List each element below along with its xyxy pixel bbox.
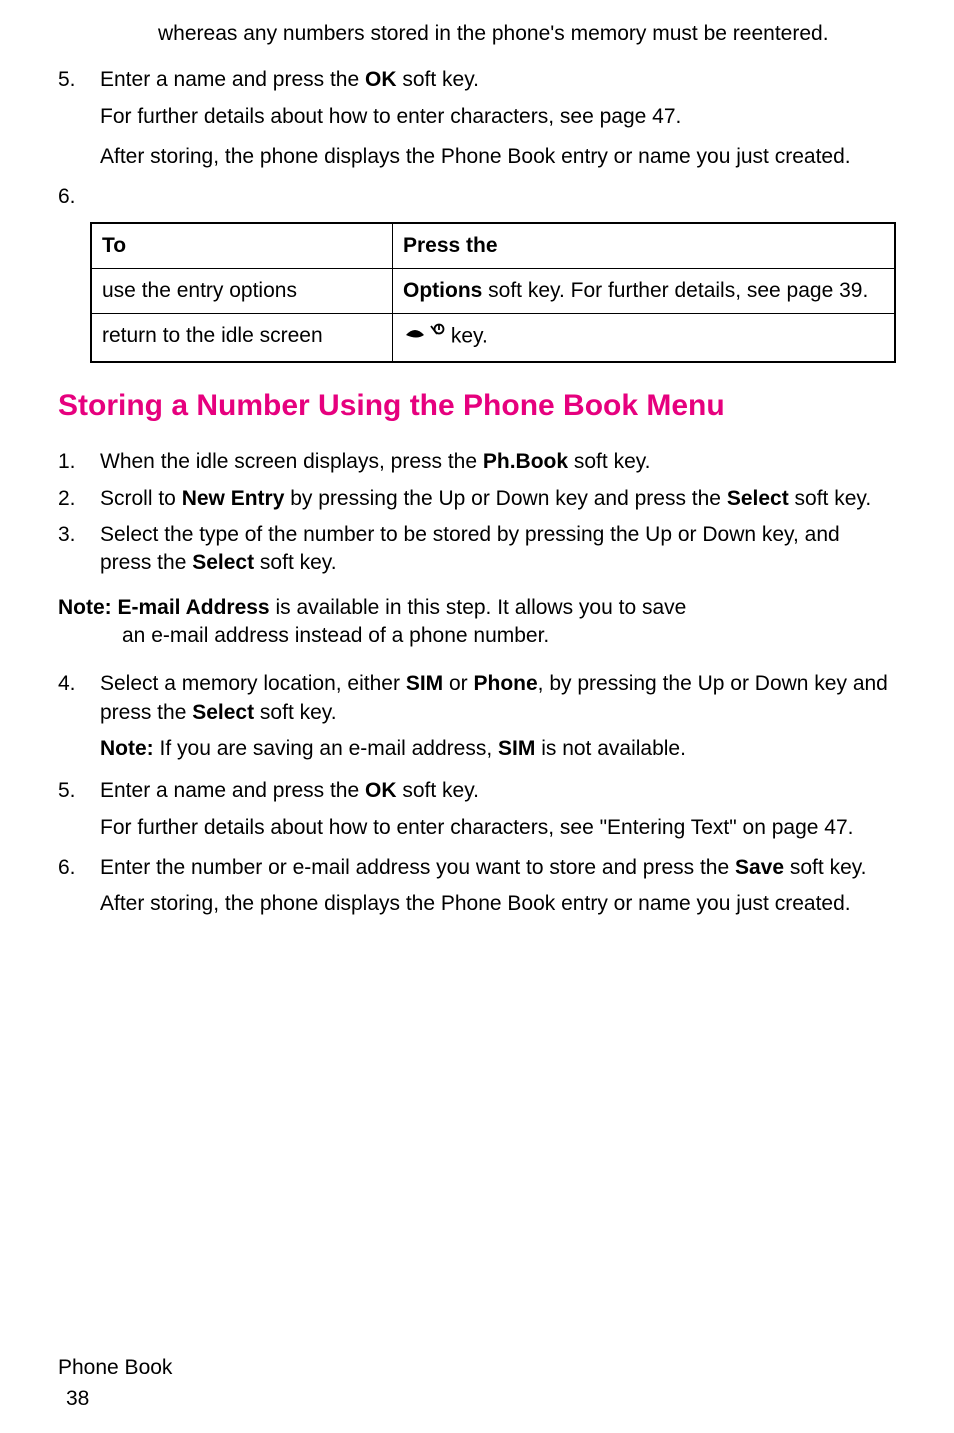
section-step-5-body: Enter a name and press the OK soft key. [100, 777, 896, 805]
s4-b3: Select [192, 701, 254, 724]
section-step-6-body: Enter the number or e-mail address you w… [100, 854, 896, 882]
s2-b2: Select [727, 487, 789, 510]
s3-b1: Select [192, 551, 254, 574]
step-5-sub1: For further details about how to enter c… [100, 103, 896, 131]
s2-b1: New Entry [182, 487, 285, 510]
section-step-2: 2. Scroll to New Entry by pressing the U… [58, 485, 896, 513]
s1-bold: Ph.Book [483, 450, 568, 473]
table-row2-press-rest: key. [445, 325, 488, 348]
step-5-number: 5. [58, 66, 100, 94]
s6b-b1: Save [735, 856, 784, 879]
end-call-key-icon [403, 322, 445, 352]
step-5-sub2: After storing, the phone displays the Ph… [100, 143, 896, 171]
page-footer: Phone Book 38 [58, 1354, 172, 1413]
s4-note-label: Note: [100, 737, 154, 760]
table-row2-to: return to the idle screen [91, 314, 393, 362]
section-step-5-number: 5. [58, 777, 100, 805]
s5b-b1: OK [365, 779, 397, 802]
section-step-3-body: Select the type of the number to be stor… [100, 521, 896, 578]
s1-a: When the idle screen displays, press the [100, 450, 483, 473]
table-row1-press-bold: Options [403, 279, 482, 302]
s6b-c: soft key. [784, 856, 866, 879]
instruction-table: To Press the use the entry options Optio… [90, 222, 896, 363]
section-step-3-number: 3. [58, 521, 100, 578]
s4-c: or [443, 672, 473, 695]
footer-page-number: 38 [66, 1385, 172, 1413]
s3-c: soft key. [254, 551, 336, 574]
section-step-6-number: 6. [58, 854, 100, 882]
section-step-1: 1. When the idle screen displays, press … [58, 448, 896, 476]
section-step-4-body: Select a memory location, either SIM or … [100, 670, 896, 727]
table-row1-press-rest: soft key. For further details, see page … [482, 279, 868, 302]
note1-label: Note: [58, 596, 118, 619]
section-step-5: 5. Enter a name and press the OK soft ke… [58, 777, 896, 805]
s4-note-a: If you are saving an e-mail address, [154, 737, 498, 760]
s2-c: by pressing the Up or Down key and press… [284, 487, 726, 510]
section-step-4-number: 4. [58, 670, 100, 727]
s2-a: Scroll to [100, 487, 182, 510]
table-row1-to: use the entry options [91, 269, 393, 314]
s5b-a: Enter a name and press the [100, 779, 365, 802]
s4-note-b: is not available. [535, 737, 686, 760]
section-heading: Storing a Number Using the Phone Book Me… [58, 387, 896, 425]
table-header-press: Press the [393, 223, 896, 269]
step-6-number: 6. [58, 183, 896, 211]
page-container: whereas any numbers stored in the phone'… [0, 0, 954, 1433]
step-5-body: Enter a name and press the OK soft key. [100, 66, 896, 94]
note1-bold: E-mail Address [118, 596, 270, 619]
section-step-4-note: Note: If you are saving an e-mail addres… [100, 735, 896, 763]
continuation-text: whereas any numbers stored in the phone'… [158, 20, 896, 48]
table-header-row: To Press the [91, 223, 895, 269]
step-5-text-a: Enter a name and press the [100, 68, 365, 91]
table-row: use the entry options Options soft key. … [91, 269, 895, 314]
section-step-1-body: When the idle screen displays, press the… [100, 448, 896, 476]
s4-note-bold: SIM [498, 737, 535, 760]
step-5: 5. Enter a name and press the OK soft ke… [58, 66, 896, 94]
s4-e: soft key. [254, 701, 336, 724]
s5b-c: soft key. [397, 779, 479, 802]
s2-d: soft key. [789, 487, 871, 510]
note-email-address: Note: E-mail Address is available in thi… [58, 594, 896, 651]
section-step-5-sub: For further details about how to enter c… [100, 814, 896, 842]
footer-section-name: Phone Book [58, 1354, 172, 1382]
table-row: return to the idle screen key. [91, 314, 895, 362]
section-step-2-body: Scroll to New Entry by pressing the Up o… [100, 485, 896, 513]
section-step-2-number: 2. [58, 485, 100, 513]
s4-b1: SIM [406, 672, 443, 695]
section-step-1-number: 1. [58, 448, 100, 476]
section-step-3: 3. Select the type of the number to be s… [58, 521, 896, 578]
section-step-4: 4. Select a memory location, either SIM … [58, 670, 896, 727]
step-5-text-b: soft key. [397, 68, 479, 91]
s1-c: soft key. [568, 450, 650, 473]
s6b-a: Enter the number or e-mail address you w… [100, 856, 735, 879]
table-row1-press: Options soft key. For further details, s… [393, 269, 896, 314]
s4-b2: Phone [474, 672, 538, 695]
note1-rest2: an e-mail address instead of a phone num… [122, 624, 549, 647]
table-row2-press: key. [393, 314, 896, 362]
section-step-6-sub: After storing, the phone displays the Ph… [100, 890, 896, 918]
section-step-6: 6. Enter the number or e-mail address yo… [58, 854, 896, 882]
table-header-to: To [91, 223, 393, 269]
s4-a: Select a memory location, either [100, 672, 406, 695]
note1-rest1: is available in this step. It allows you… [270, 596, 687, 619]
step-5-bold-ok: OK [365, 68, 397, 91]
